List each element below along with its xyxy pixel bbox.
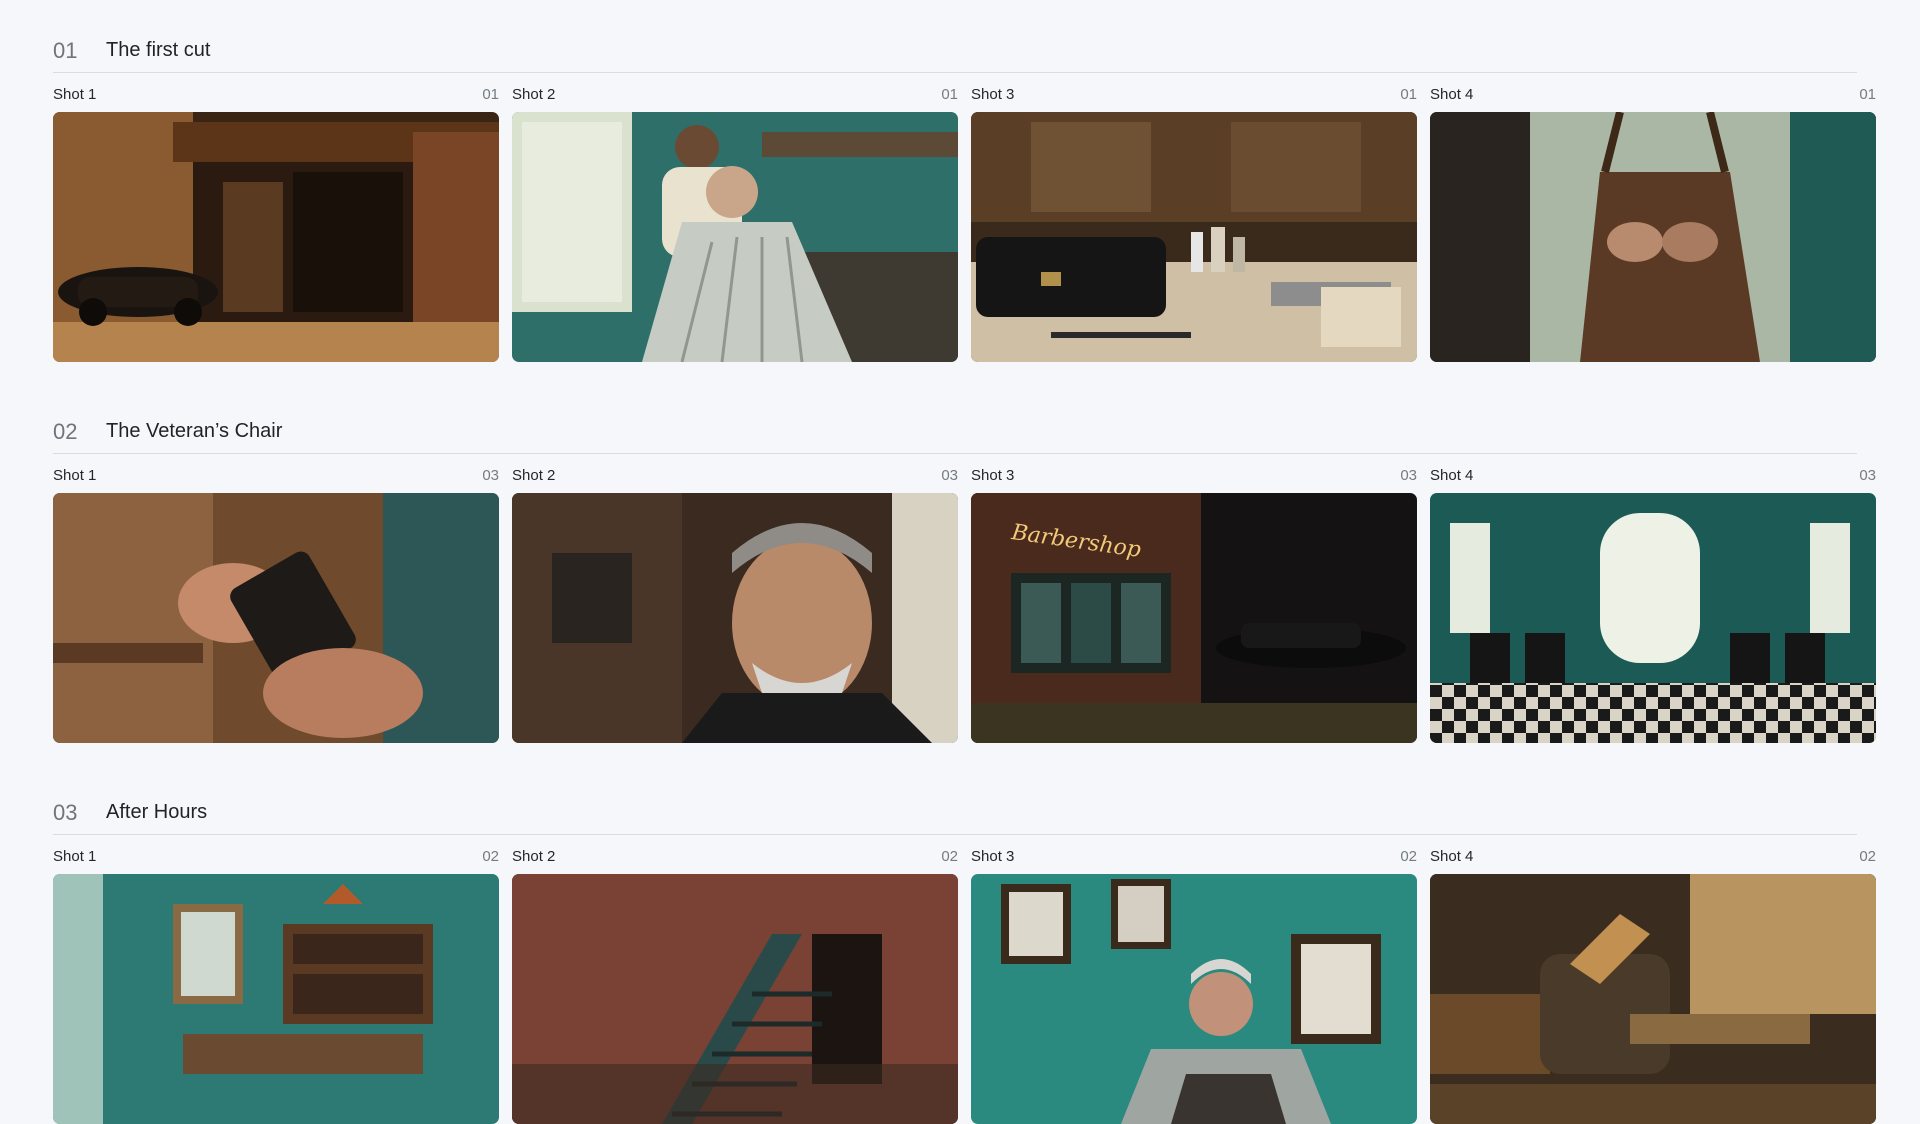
shot-card: Shot 1 01 bbox=[53, 86, 499, 362]
shot-label: Shot 2 bbox=[512, 86, 556, 103]
shot-take-count: 02 bbox=[1400, 848, 1417, 865]
scene-header: 01 The first cut bbox=[53, 28, 1857, 73]
shot-label: Shot 3 bbox=[971, 848, 1015, 865]
shot-card: Shot 2 02 bbox=[512, 848, 958, 1124]
shot-thumbnail[interactable] bbox=[512, 493, 958, 743]
shot-label: Shot 3 bbox=[971, 467, 1015, 484]
shot-take-count: 03 bbox=[941, 467, 958, 484]
shot-take-count: 03 bbox=[482, 467, 499, 484]
shot-card: Shot 4 02 bbox=[1430, 848, 1876, 1124]
shot-take-count: 02 bbox=[1859, 848, 1876, 865]
shot-label: Shot 4 bbox=[1430, 848, 1474, 865]
shot-label: Shot 2 bbox=[512, 467, 556, 484]
shot-card: Shot 3 03 Barbershop bbox=[971, 467, 1417, 743]
shot-take-count: 01 bbox=[1859, 86, 1876, 103]
shot-thumbnail[interactable] bbox=[512, 874, 958, 1124]
night-barbershop-exterior-image: Barbershop bbox=[971, 493, 1417, 743]
shot-thumbnail[interactable] bbox=[1430, 874, 1876, 1124]
shot-thumbnail[interactable] bbox=[971, 874, 1417, 1124]
scene-title: The first cut bbox=[106, 39, 211, 61]
shot-thumbnail[interactable] bbox=[53, 493, 499, 743]
shot-label: Shot 1 bbox=[53, 848, 97, 865]
shot-card: Shot 1 02 bbox=[53, 848, 499, 1124]
shot-take-count: 01 bbox=[1400, 86, 1417, 103]
shot-thumbnail[interactable] bbox=[512, 112, 958, 362]
barber-apron-image bbox=[1430, 112, 1876, 362]
shot-take-count: 03 bbox=[1400, 467, 1417, 484]
shot-label: Shot 4 bbox=[1430, 467, 1474, 484]
shot-card: Shot 2 01 bbox=[512, 86, 958, 362]
teal-wall-shelves-image bbox=[53, 874, 499, 1124]
scene-number: 03 bbox=[53, 800, 78, 825]
scene-number: 01 bbox=[53, 38, 78, 63]
shot-label: Shot 3 bbox=[971, 86, 1015, 103]
storefront-vintage-car-image bbox=[53, 112, 499, 362]
shot-thumbnail[interactable] bbox=[971, 112, 1417, 362]
shot-label: Shot 4 bbox=[1430, 86, 1474, 103]
golden-light-barber-chair-image bbox=[1430, 874, 1876, 1124]
shot-label: Shot 1 bbox=[53, 467, 97, 484]
shot-label: Shot 1 bbox=[53, 86, 97, 103]
shot-card: Shot 3 01 bbox=[971, 86, 1417, 362]
scene-number: 02 bbox=[53, 419, 78, 444]
shot-thumbnail[interactable] bbox=[1430, 112, 1876, 362]
scene-header: 03 After Hours bbox=[53, 790, 1857, 835]
shot-card: Shot 2 03 bbox=[512, 467, 958, 743]
shot-take-count: 02 bbox=[941, 848, 958, 865]
shot-card: Shot 1 03 bbox=[53, 467, 499, 743]
shot-take-count: 01 bbox=[482, 86, 499, 103]
shot-take-count: 02 bbox=[482, 848, 499, 865]
shot-card: Shot 3 02 bbox=[971, 848, 1417, 1124]
barber-cutting-hair-image bbox=[512, 112, 958, 362]
scene-title: The Veteran’s Chair bbox=[106, 420, 283, 442]
shot-card: Shot 4 01 bbox=[1430, 86, 1876, 362]
shot-thumbnail[interactable] bbox=[53, 112, 499, 362]
shot-label: Shot 2 bbox=[512, 848, 556, 865]
barber-with-portraits-image bbox=[971, 874, 1417, 1124]
barbershop-interior-chairs-image bbox=[1430, 493, 1876, 743]
shot-card: Shot 4 03 bbox=[1430, 467, 1876, 743]
shot-take-count: 03 bbox=[1859, 467, 1876, 484]
shot-thumbnail[interactable]: Barbershop bbox=[971, 493, 1417, 743]
scene-header: 02 The Veteran’s Chair bbox=[53, 409, 1857, 454]
scene-title: After Hours bbox=[106, 801, 208, 823]
shot-take-count: 01 bbox=[941, 86, 958, 103]
veteran-portrait-image bbox=[512, 493, 958, 743]
barber-tools-table-image bbox=[971, 112, 1417, 362]
shot-thumbnail[interactable] bbox=[53, 874, 499, 1124]
shot-thumbnail[interactable] bbox=[1430, 493, 1876, 743]
brick-alley-stairs-image bbox=[512, 874, 958, 1124]
hands-holding-clipper-image bbox=[53, 493, 499, 743]
